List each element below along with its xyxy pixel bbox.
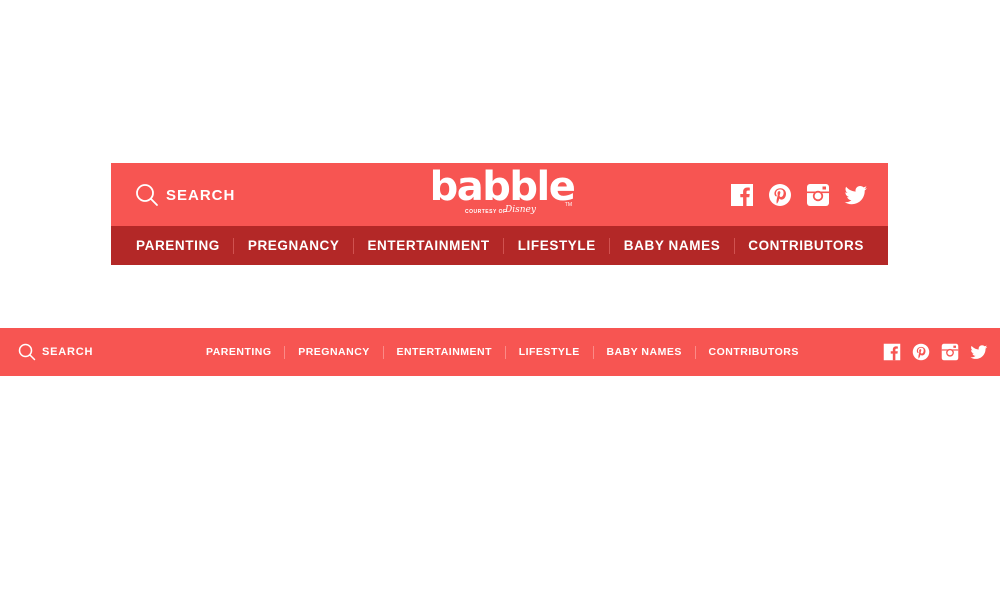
instagram-icon[interactable] <box>941 343 959 361</box>
search-label: SEARCH <box>166 186 236 204</box>
sticky-nav-pregnancy[interactable]: PREGNANCY <box>298 346 370 358</box>
logo-tagline: COURTESY OF <box>465 209 507 215</box>
twitter-icon[interactable] <box>970 343 988 361</box>
main-nav: PARENTING PREGNANCY ENTERTAINMENT LIFEST… <box>111 226 888 265</box>
nav-baby-names[interactable]: BABY NAMES <box>624 238 721 253</box>
instagram-icon[interactable] <box>806 183 830 207</box>
nav-divider <box>382 345 384 359</box>
sticky-search-label: SEARCH <box>42 346 94 358</box>
logo-trademark: TM <box>564 202 572 208</box>
nav-pregnancy[interactable]: PREGNANCY <box>248 238 340 253</box>
sticky-nav-entertainment[interactable]: ENTERTAINMENT <box>396 346 492 358</box>
nav-divider <box>694 345 696 359</box>
sticky-nav-contributors[interactable]: CONTRIBUTORS <box>709 346 799 358</box>
nav-divider <box>503 237 505 254</box>
sticky-social-links <box>872 343 988 361</box>
facebook-icon[interactable] <box>883 343 901 361</box>
sticky-header: SEARCH PARENTING PREGNANCY ENTERTAINMENT… <box>0 328 1000 376</box>
nav-divider <box>233 237 235 254</box>
nav-divider <box>609 237 611 254</box>
pinterest-icon[interactable] <box>912 343 930 361</box>
search-icon <box>18 343 36 361</box>
nav-divider <box>352 237 354 254</box>
nav-contributors[interactable]: CONTRIBUTORS <box>748 238 864 253</box>
social-links <box>716 183 868 207</box>
search-icon <box>136 184 158 206</box>
nav-lifestyle[interactable]: LIFESTYLE <box>518 238 596 253</box>
sticky-search-button[interactable]: SEARCH <box>18 343 93 361</box>
nav-divider <box>733 237 735 254</box>
nav-parenting[interactable]: PARENTING <box>136 238 220 253</box>
pinterest-icon[interactable] <box>768 183 792 207</box>
nav-divider <box>592 345 594 359</box>
header-top-bar: SEARCH babble TM COURTESY OF Disney <box>111 163 888 226</box>
search-button[interactable]: SEARCH <box>135 183 235 207</box>
sticky-nav-lifestyle[interactable]: LIFESTYLE <box>519 346 580 358</box>
logo-disney: Disney <box>505 205 536 215</box>
sticky-nav-baby-names[interactable]: BABY NAMES <box>606 346 681 358</box>
main-header: SEARCH babble TM COURTESY OF Disney PARE… <box>111 163 888 265</box>
nav-divider <box>284 345 286 359</box>
babble-logo[interactable]: babble TM COURTESY OF Disney <box>427 165 577 221</box>
nav-divider <box>504 345 506 359</box>
facebook-icon[interactable] <box>730 183 754 207</box>
sticky-nav-parenting[interactable]: PARENTING <box>206 346 272 358</box>
logo-wordmark: babble <box>429 164 576 210</box>
twitter-icon[interactable] <box>844 183 868 207</box>
sticky-nav: PARENTING PREGNANCY ENTERTAINMENT LIFEST… <box>206 328 799 376</box>
nav-entertainment[interactable]: ENTERTAINMENT <box>367 238 489 253</box>
